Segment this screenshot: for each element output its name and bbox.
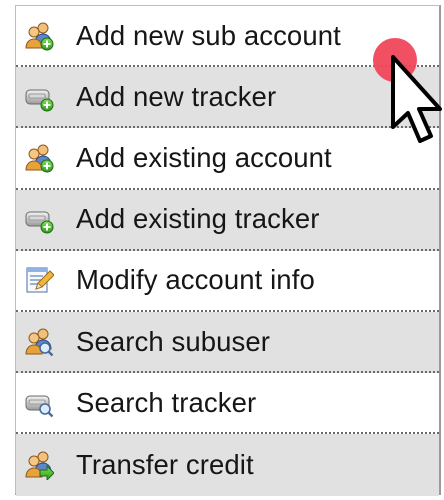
menu-item-search-subuser[interactable]: Search subuser	[16, 311, 439, 374]
users-search-icon	[24, 327, 54, 357]
users-add-icon	[24, 143, 54, 173]
users-transfer-icon	[24, 450, 55, 482]
menu-item-label: Add existing account	[76, 141, 332, 173]
mouse-pointer-icon	[391, 55, 442, 143]
menu-item-transfer-credit[interactable]: Transfer credit	[16, 434, 439, 496]
menu-item-modify-account-info[interactable]: Modify account info	[16, 251, 439, 312]
menu-item-add-new-tracker[interactable]: Add new tracker	[16, 67, 439, 129]
menu-item-label: Add new sub account	[76, 19, 341, 51]
edit-form-icon	[24, 265, 55, 295]
menu-item-label: Modify account info	[76, 264, 315, 296]
menu-item-label: Transfer credit	[76, 448, 254, 480]
context-menu: Add new sub account Add new tracker Add	[15, 5, 441, 496]
tracker-add-icon	[24, 82, 54, 112]
menu-item-label: Search tracker	[76, 386, 257, 418]
tracker-search-icon	[24, 388, 54, 418]
menu-item-search-tracker[interactable]: Search tracker	[16, 373, 439, 435]
tracker-add-icon	[24, 204, 54, 234]
menu-item-label: Add existing tracker	[76, 203, 320, 235]
menu-item-label: Add new tracker	[76, 80, 277, 112]
menu-item-label: Search subuser	[76, 325, 271, 357]
menu-item-add-existing-account[interactable]: Add existing account	[16, 128, 439, 190]
menu-item-add-existing-tracker[interactable]: Add existing tracker	[16, 189, 439, 251]
users-add-icon	[24, 21, 54, 51]
